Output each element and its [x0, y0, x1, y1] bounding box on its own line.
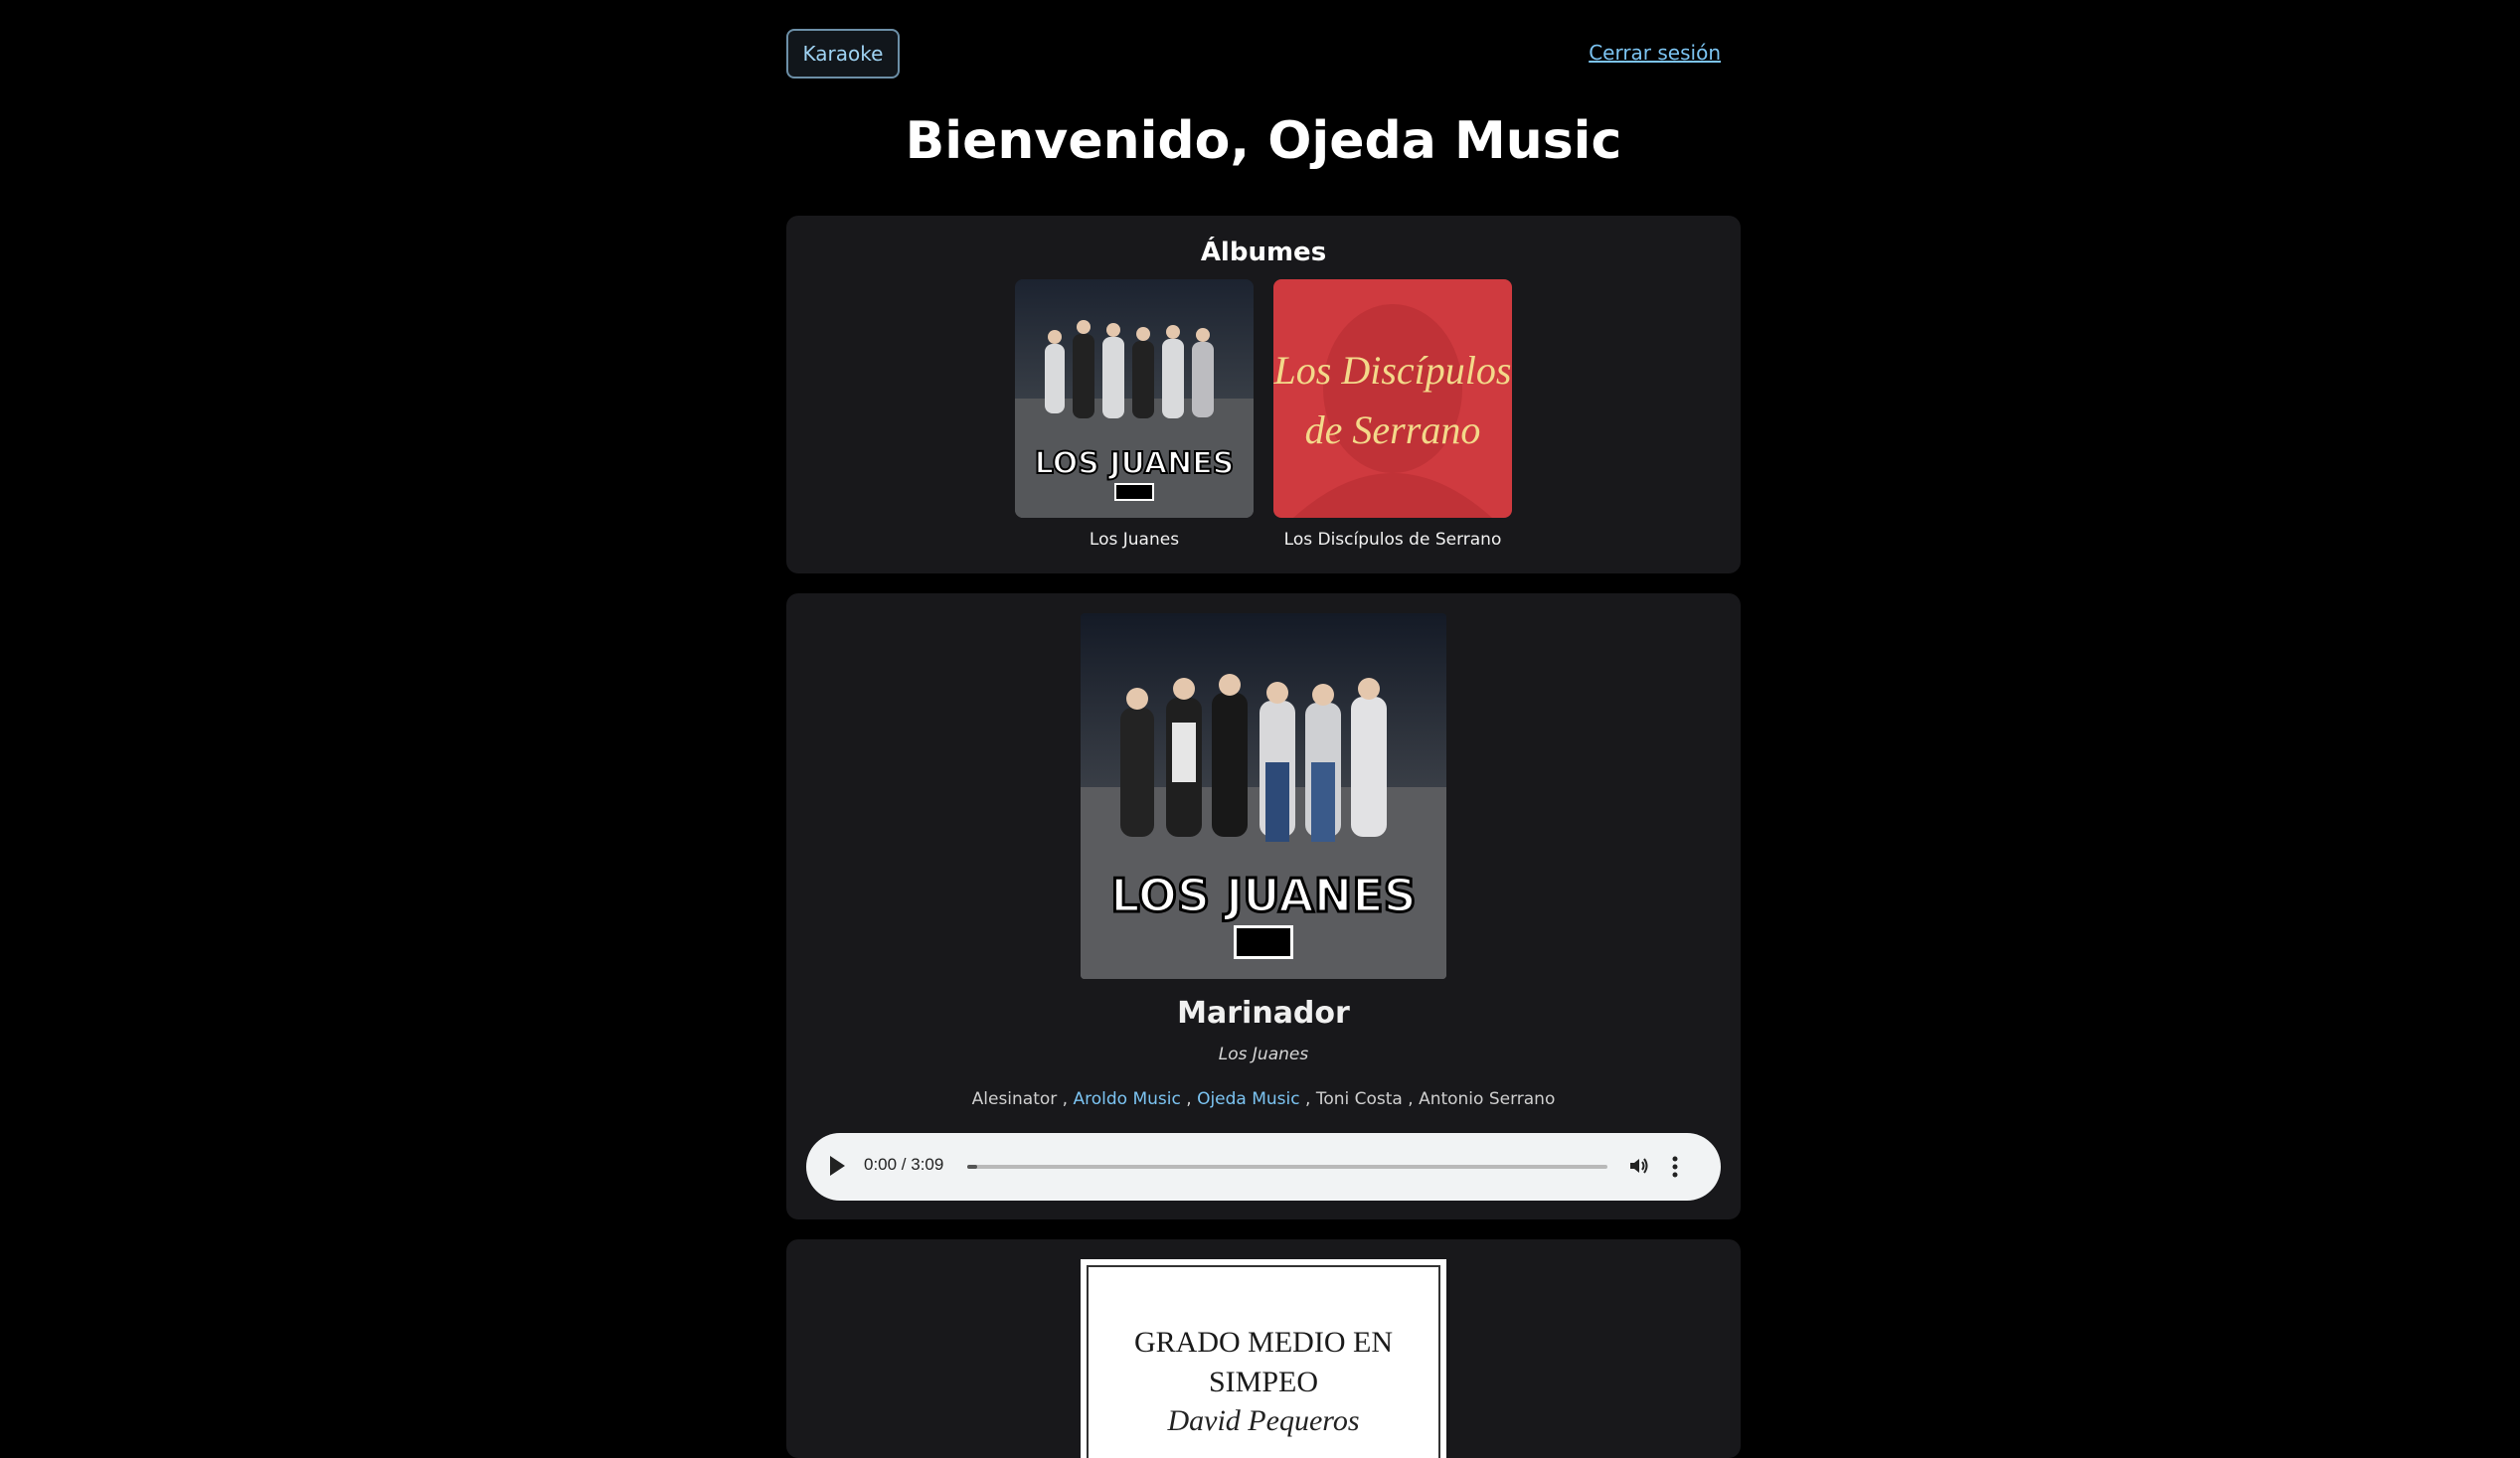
- song-cover-image: LOS JUANES: [1081, 613, 1446, 979]
- logout-link[interactable]: Cerrar sesión: [1589, 41, 1721, 65]
- album-cover-text: de Serrano: [1305, 407, 1481, 452]
- artist-link[interactable]: Ojeda Music: [1197, 1089, 1300, 1109]
- album-cover-text: LOS JUANES: [1035, 446, 1235, 481]
- volume-icon[interactable]: [1627, 1154, 1651, 1182]
- song-cover-text: LOS JUANES: [1110, 869, 1417, 922]
- top-bar: Karaoke Cerrar sesión: [786, 29, 1741, 81]
- albums-section: Álbumes LOS JUANES Los Juanes Los Discíp…: [786, 216, 1741, 573]
- album-cover-image[interactable]: LOS JUANES: [1015, 279, 1254, 518]
- artist-name: Toni Costa: [1315, 1089, 1403, 1109]
- page-title: Bienvenido, Ojeda Music: [905, 111, 1622, 171]
- progress-fill: [967, 1165, 977, 1169]
- album-cover-text: Los Discípulos: [1273, 348, 1511, 393]
- cover-text: David Pequeros: [1167, 1404, 1360, 1437]
- artist-name: Alesinator: [971, 1089, 1058, 1109]
- song-album: Los Juanes: [1218, 1045, 1309, 1064]
- album-card-los-discipulos[interactable]: Los Discípulos de Serrano Los Discípulos…: [1273, 279, 1512, 550]
- album-title: Los Juanes: [1089, 530, 1180, 550]
- album-card-los-juanes[interactable]: LOS JUANES Los Juanes: [1015, 279, 1254, 550]
- artist-list: Alesinator , Aroldo Music , Ojeda Music …: [971, 1089, 1556, 1109]
- play-icon[interactable]: [830, 1156, 845, 1176]
- time-display: 0:00 / 3:09: [864, 1155, 944, 1174]
- song-card: GRADO MEDIO EN SIMPEO David Pequeros: [786, 1239, 1741, 1458]
- song-card: LOS JUANES Marinador Los Juanes Alesinat…: [786, 593, 1741, 1219]
- cover-text: GRADO MEDIO EN SIMPEO: [1134, 1326, 1393, 1398]
- artist-name: Antonio Serrano: [1419, 1089, 1556, 1109]
- album-title: Los Discípulos de Serrano: [1283, 530, 1502, 550]
- albums-heading: Álbumes: [1200, 238, 1327, 267]
- audio-player[interactable]: 0:00 / 3:09: [806, 1133, 1721, 1201]
- more-options-icon[interactable]: [1671, 1155, 1679, 1183]
- artist-link[interactable]: Aroldo Music: [1074, 1089, 1181, 1109]
- album-cover-image[interactable]: Los Discípulos de Serrano: [1273, 279, 1512, 518]
- progress-bar[interactable]: [967, 1165, 1607, 1169]
- karaoke-button[interactable]: Karaoke: [786, 29, 900, 79]
- song-title: Marinador: [1177, 996, 1350, 1031]
- song-cover-image: GRADO MEDIO EN SIMPEO David Pequeros: [1081, 1259, 1446, 1458]
